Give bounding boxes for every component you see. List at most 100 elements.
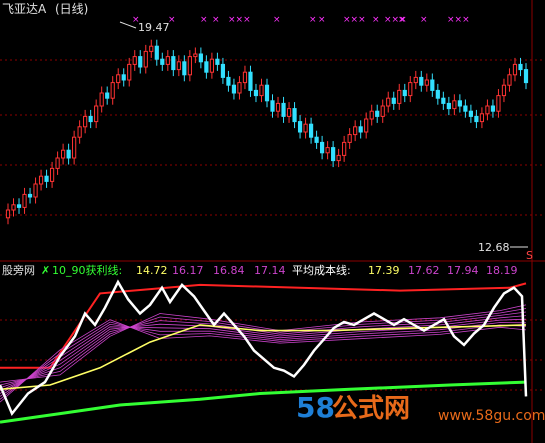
candle-body <box>61 149 66 159</box>
profit-value-2: 16.17 <box>172 264 204 277</box>
candle-body <box>347 134 352 143</box>
candle-body <box>198 53 203 63</box>
candle-body <box>55 157 60 169</box>
candle-body <box>518 63 523 71</box>
candle-body <box>364 118 369 133</box>
candle-body <box>435 89 440 99</box>
chart-svg: 飞亚达A (日线) × × × × ××× × × × ××× × ×××× × ××× 19.47 1… <box>0 0 545 443</box>
candle-body <box>424 79 429 86</box>
candle-body <box>303 123 308 133</box>
candle-body <box>331 147 336 162</box>
candles <box>5 39 529 225</box>
candle-body <box>237 82 242 94</box>
candle-body <box>33 183 38 198</box>
candle-body <box>386 97 391 107</box>
candle-body <box>16 204 22 208</box>
signal-marker: × <box>273 15 281 25</box>
candle-body <box>160 58 165 65</box>
signal-marker: × <box>372 15 380 25</box>
candle-body <box>49 167 55 182</box>
candle-body <box>314 136 319 143</box>
fan-line <box>0 308 527 386</box>
candle-body <box>242 71 248 84</box>
candle-body <box>457 100 462 107</box>
candle-body <box>116 74 121 84</box>
candle-body <box>380 105 385 117</box>
candle-body <box>308 123 314 138</box>
candle-body <box>127 63 132 81</box>
candle-body <box>193 53 198 58</box>
candle-body <box>375 110 380 117</box>
profit-value-3: 16.84 <box>213 264 245 277</box>
candle-body <box>44 175 49 182</box>
signal-marker: × <box>200 15 208 25</box>
candle-body <box>501 84 507 97</box>
candle-body <box>22 193 27 208</box>
candle-body <box>419 76 424 86</box>
signal-marker: ××× <box>447 15 470 25</box>
candle-body <box>121 74 126 81</box>
candle-body <box>11 204 16 211</box>
signal-marker: ××× <box>343 15 366 25</box>
candle-body <box>320 141 325 154</box>
low-label: 12.68 <box>478 241 510 254</box>
candle-body <box>452 100 457 110</box>
candle-body <box>187 56 192 76</box>
candle-body <box>270 100 275 112</box>
profit-value-1: 14.72 <box>136 264 168 277</box>
candle-body <box>149 45 154 52</box>
high-label: 19.47 <box>138 21 170 34</box>
watermark-url: www.58gu.com <box>438 408 545 424</box>
candle-body <box>264 84 270 102</box>
candle-body <box>474 115 479 123</box>
signal-marker: ××× <box>228 15 251 25</box>
candle-body <box>215 58 220 65</box>
candle-body <box>226 76 231 86</box>
candle-body <box>83 115 88 128</box>
signal-marker: × <box>420 15 428 25</box>
cost-value-1: 17.39 <box>368 264 400 277</box>
candle-body <box>496 95 501 112</box>
watermark-num: 58 <box>296 391 335 424</box>
watermark: 58 公式网 www.58gu.com <box>296 391 545 424</box>
candle-body <box>5 209 11 219</box>
candle-body <box>430 79 435 91</box>
cost-value-3: 17.94 <box>447 264 479 277</box>
candle-body <box>27 193 33 198</box>
candle-body <box>171 56 176 71</box>
candle-body <box>72 136 77 159</box>
candle-body <box>490 105 496 112</box>
candle-body <box>463 105 468 112</box>
candle-body <box>286 108 292 117</box>
candle-body <box>38 175 44 185</box>
cost-value-4: 18.19 <box>486 264 518 277</box>
indicator-legend: 股旁网 ✗ 10_90获利线: 14.72 16.17 16.84 17.14 … <box>2 263 518 277</box>
candle-body <box>105 92 110 99</box>
candle-body <box>132 56 137 65</box>
candle-body <box>369 110 374 120</box>
fan-line <box>0 304 527 383</box>
indicator-lines <box>0 279 528 424</box>
signal-marker: × <box>318 15 326 25</box>
chart-root: 飞亚达A (日线) × × × × ××× × × × ××× × ××× × × ××× 19.47 1… <box>0 0 545 443</box>
indicator-icon: ✗ <box>41 264 50 277</box>
candle-body <box>402 89 407 97</box>
stock-title: 飞亚达A <box>2 2 47 16</box>
candle-body <box>176 61 181 71</box>
candle-body <box>204 61 209 73</box>
signal-marker: × <box>212 15 220 25</box>
candle-body <box>297 121 303 133</box>
candle-body <box>88 115 93 123</box>
candle-body <box>507 74 512 86</box>
candle-body <box>154 45 159 60</box>
candle-body <box>325 147 330 154</box>
candle-body <box>143 50 148 68</box>
candle-body <box>468 110 473 117</box>
candle-body <box>523 69 529 84</box>
candle-body <box>479 113 485 123</box>
candle-body <box>342 141 347 156</box>
candle-body <box>66 149 71 159</box>
candle-body <box>441 97 446 104</box>
candle-body <box>182 61 187 76</box>
signal-marker: × <box>309 15 317 25</box>
